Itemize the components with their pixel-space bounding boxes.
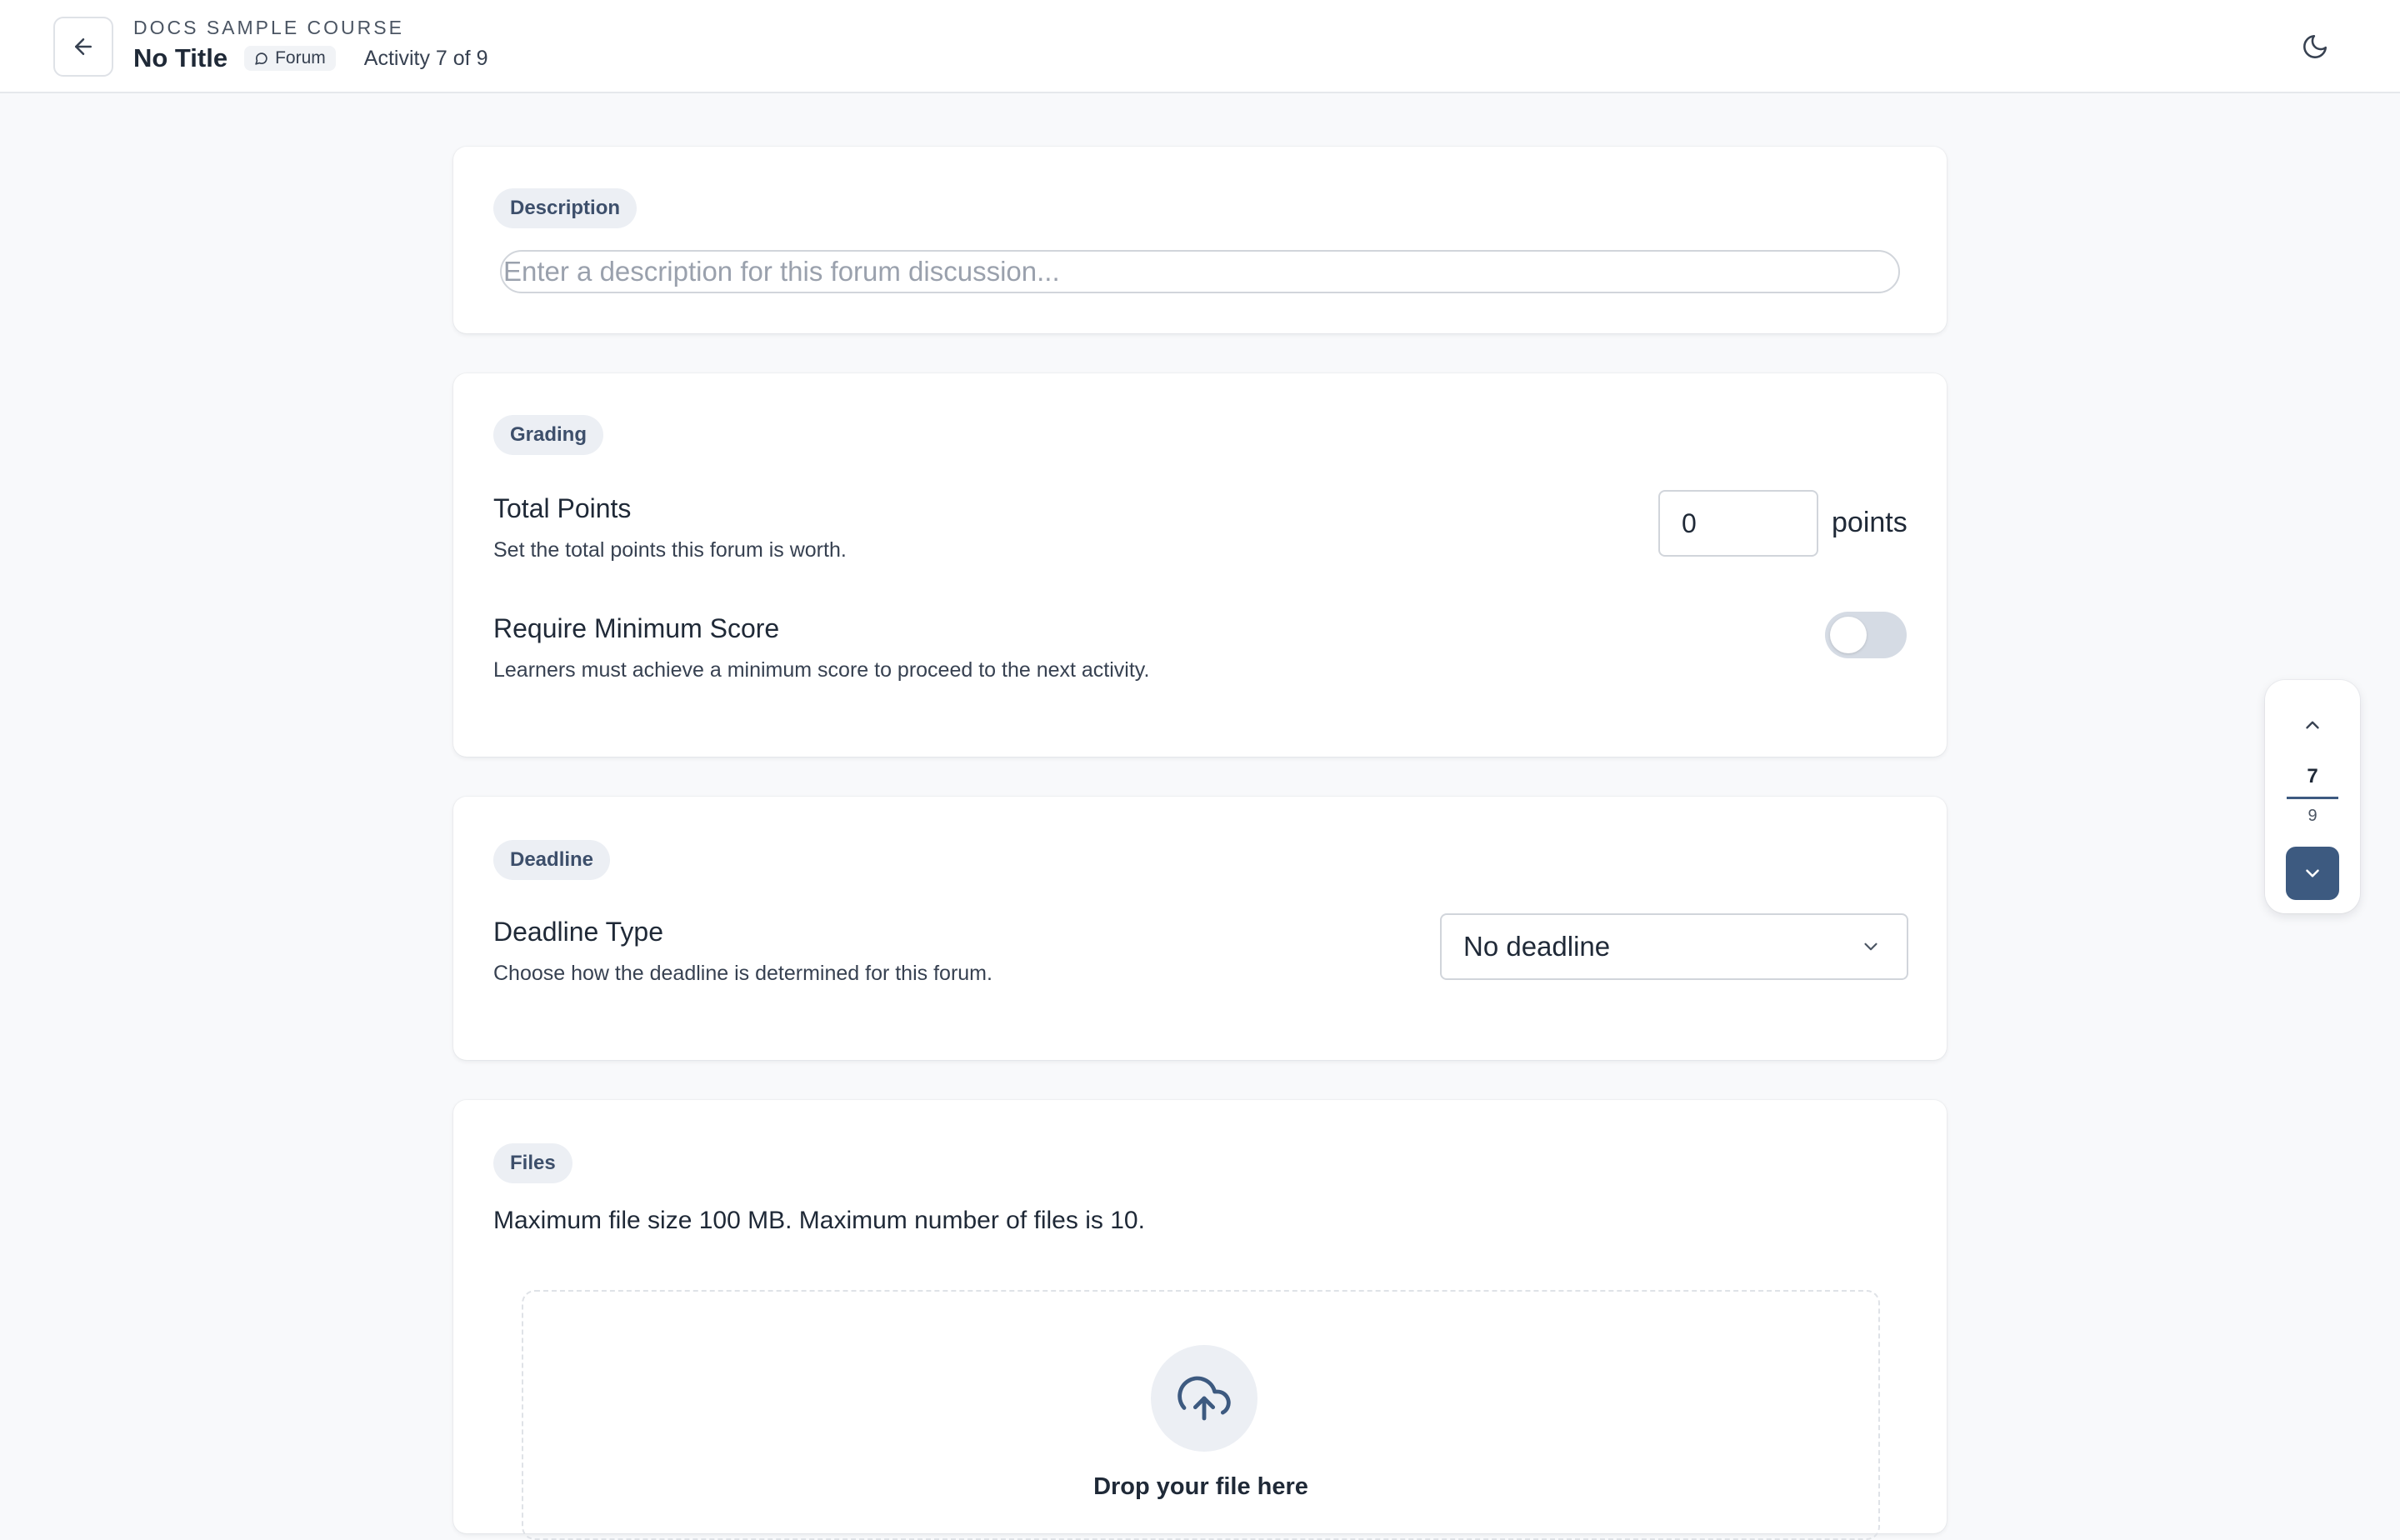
- activity-type-badge: Forum: [244, 46, 336, 71]
- arrow-left-icon: [75, 38, 92, 55]
- deadline-selected-value: No deadline: [1463, 931, 1611, 962]
- course-name: DOCS SAMPLE COURSE: [133, 17, 404, 38]
- minimum-score-title: Require Minimum Score: [493, 613, 780, 643]
- back-button[interactable]: [53, 17, 113, 77]
- description-section-label: Description: [493, 188, 638, 228]
- total-points-title: Total Points: [493, 493, 632, 523]
- minimum-score-toggle[interactable]: [1825, 612, 1907, 658]
- dropzone-text: Drop your file here: [1093, 1473, 1308, 1500]
- deadline-type-subtitle: Choose how the deadline is determined fo…: [493, 962, 992, 985]
- message-circle-icon: [255, 52, 268, 65]
- page-title: No Title: [133, 43, 228, 72]
- pager-current-number: 7: [2307, 765, 2318, 788]
- cloud-upload-icon: [1178, 1376, 1231, 1421]
- file-dropzone[interactable]: Drop your file here: [522, 1290, 1880, 1540]
- deadline-section-label: Deadline: [493, 840, 611, 880]
- files-limit-info: Maximum file size 100 MB. Maximum number…: [493, 1207, 1145, 1234]
- description-input[interactable]: [500, 250, 1900, 293]
- previous-activity-button[interactable]: [2292, 705, 2332, 745]
- points-unit-label: points: [1832, 507, 1908, 538]
- upload-icon-wrapper: [1151, 1345, 1258, 1452]
- deadline-card: Deadline Deadline Type Choose how the de…: [453, 797, 1947, 1060]
- total-points-input[interactable]: [1658, 490, 1818, 557]
- description-card: Description: [453, 147, 1947, 333]
- grading-card: Grading Total Points Set the total point…: [453, 373, 1947, 757]
- total-points-subtitle: Set the total points this forum is worth…: [493, 538, 847, 562]
- pager-divider: [2287, 797, 2338, 799]
- activity-pager: 7 9: [2265, 680, 2360, 913]
- pager-total-number: 9: [2308, 807, 2318, 825]
- moon-icon: [2303, 34, 2328, 58]
- theme-toggle-button[interactable]: [2297, 28, 2333, 65]
- toggle-knob: [1830, 617, 1867, 653]
- deadline-type-select[interactable]: No deadline: [1440, 913, 1908, 980]
- deadline-type-title: Deadline Type: [493, 917, 663, 947]
- chevron-up-icon: [2306, 721, 2319, 729]
- next-activity-button[interactable]: [2286, 847, 2339, 900]
- activity-type-label: Forum: [275, 48, 326, 68]
- chevron-down-icon: [2306, 869, 2319, 878]
- files-card: Files Maximum file size 100 MB. Maximum …: [453, 1100, 1947, 1540]
- chevron-down-icon: [1864, 942, 1878, 951]
- title-row: No Title Forum Activity 7 of 9: [133, 42, 488, 75]
- files-section-label: Files: [493, 1143, 572, 1183]
- grading-section-label: Grading: [493, 415, 604, 455]
- minimum-score-subtitle: Learners must achieve a minimum score to…: [493, 658, 1150, 682]
- top-header: DOCS SAMPLE COURSE No Title Forum Activi…: [0, 0, 2400, 93]
- activity-counter: Activity 7 of 9: [363, 46, 488, 70]
